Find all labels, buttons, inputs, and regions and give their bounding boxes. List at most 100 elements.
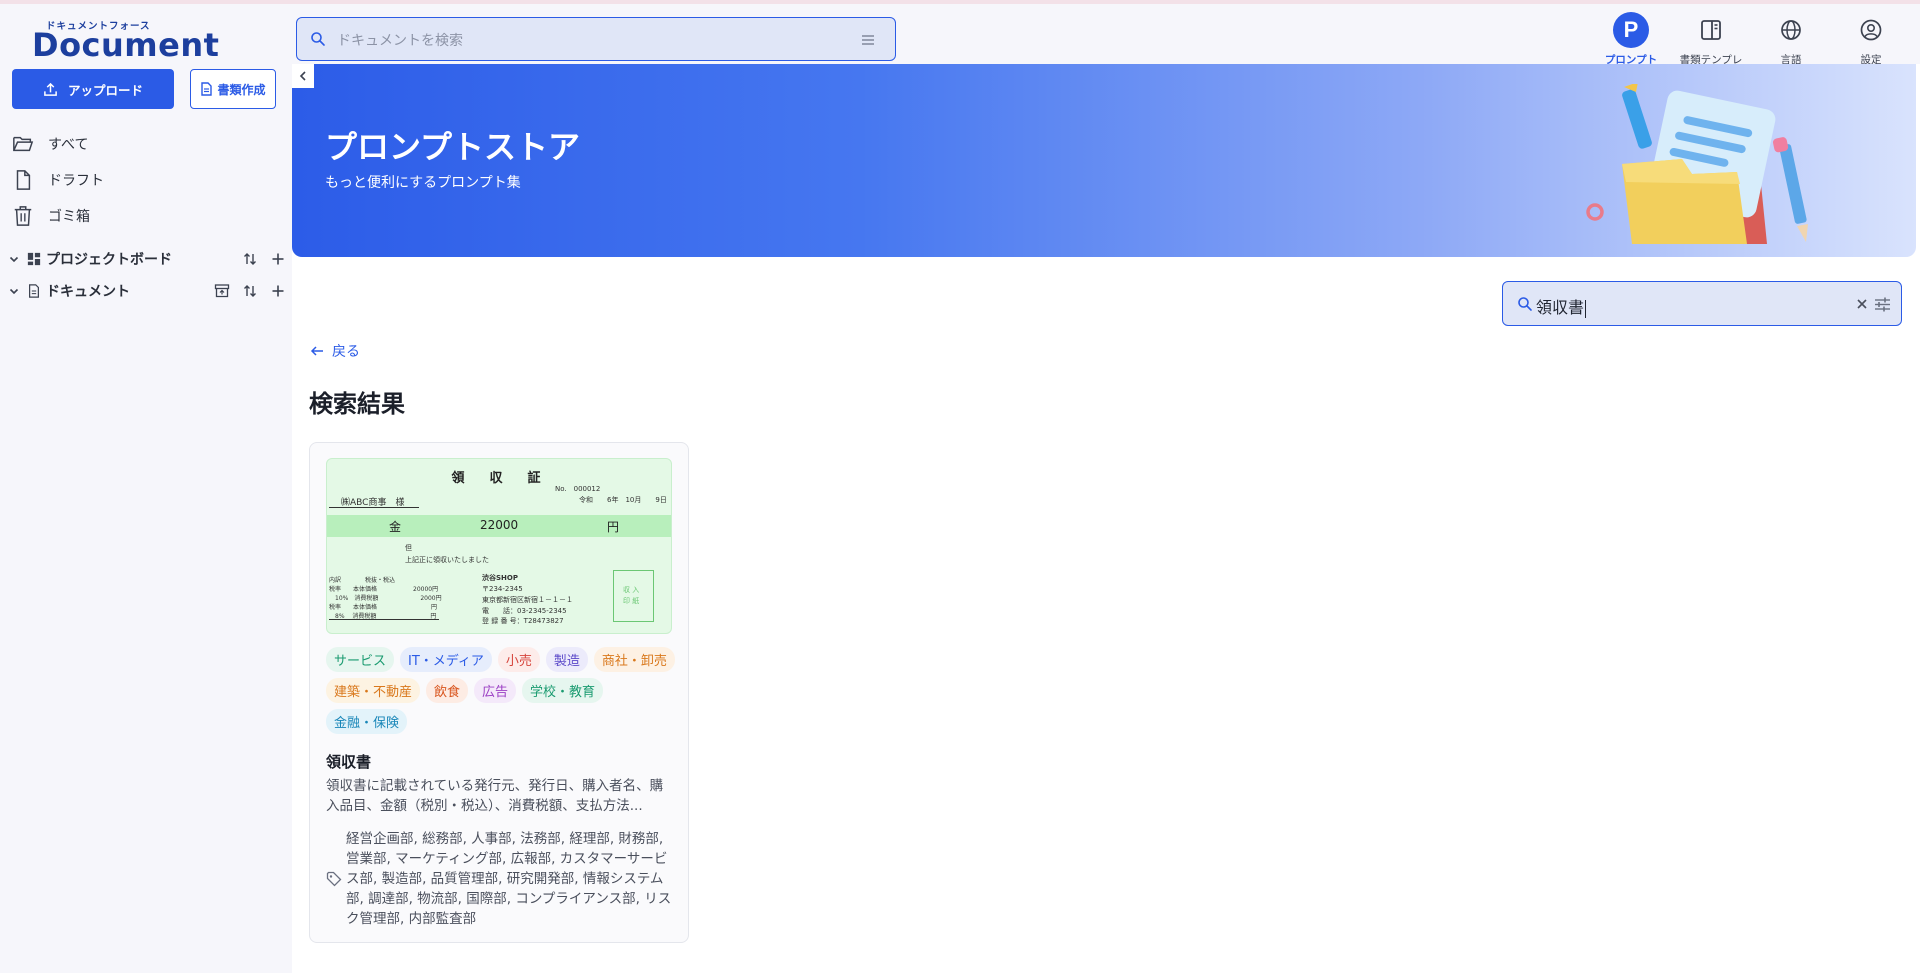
top-search-placeholder[interactable]: ドキュメントを検索 bbox=[337, 30, 463, 50]
chevron-down-icon[interactable] bbox=[8, 285, 20, 297]
prompt-search-value[interactable]: 領収書 bbox=[1536, 298, 1584, 317]
user-circle-icon bbox=[1860, 19, 1882, 41]
tag-construction[interactable]: 建築・不動産 bbox=[326, 678, 421, 703]
globe-icon bbox=[1781, 20, 1801, 40]
prompt-p-icon: P bbox=[1613, 12, 1649, 48]
thumb-breakdown-header: 内訳 税抜・税込 bbox=[329, 577, 396, 584]
tag-it-media[interactable]: IT・メディア bbox=[400, 647, 492, 672]
sidebar: アップロード 書類作成 すべて ドラフト ゴミ箱 プロジェクトボード ドキュメン… bbox=[0, 64, 292, 973]
upload-button[interactable]: アップロード bbox=[12, 69, 174, 109]
sort-icon[interactable] bbox=[242, 251, 258, 267]
text-caret bbox=[1585, 299, 1587, 318]
upload-label: アップロード bbox=[67, 82, 143, 98]
search-icon bbox=[1518, 297, 1532, 311]
thumb-amount: 22000 bbox=[480, 518, 519, 532]
card-description: 領収書に記載されている発行元、発行日、購入者名、購入品目、金額（税別・税込）、消… bbox=[326, 778, 664, 814]
sidebar-item-draft[interactable]: ドラフト bbox=[12, 166, 104, 194]
thumb-table-underline bbox=[329, 619, 439, 620]
chevron-down-icon[interactable] bbox=[8, 253, 20, 265]
dashboard-icon bbox=[27, 252, 41, 266]
prompt-search-input[interactable]: 領収書 bbox=[1502, 281, 1902, 326]
sidebar-item-all[interactable]: すべて bbox=[12, 130, 88, 158]
sidebar-item-trash[interactable]: ゴミ箱 bbox=[12, 202, 90, 230]
thumb-row-1: 税率 本体価格 20000円 bbox=[329, 586, 439, 593]
file-icon bbox=[16, 170, 31, 190]
thumb-title: 領 収 証 bbox=[451, 471, 547, 486]
archive-icon[interactable] bbox=[214, 283, 230, 299]
template-panel-icon bbox=[1701, 20, 1721, 40]
trash-icon bbox=[14, 206, 32, 226]
thumb-tel: 電 話：03-2345-2345 bbox=[482, 607, 567, 615]
results-title: 検索結果 bbox=[309, 390, 405, 418]
thumb-received: 上記正に領収いたしました bbox=[405, 556, 489, 564]
app-logo[interactable]: ドキュメントフォース Document Force bbox=[8, 16, 270, 102]
tag-manufacturing[interactable]: 製造 bbox=[545, 647, 588, 672]
thumb-row-3: 税率 本体価格 円 bbox=[329, 604, 438, 611]
thumb-stamp-text: 収 入 印 紙 bbox=[623, 586, 640, 605]
document-icon bbox=[29, 284, 39, 298]
menu-lines-icon[interactable] bbox=[861, 34, 875, 46]
tag-finance[interactable]: 金融・保険 bbox=[326, 709, 408, 734]
tag-food[interactable]: 飲食 bbox=[426, 678, 469, 703]
folder-illustration-icon bbox=[1586, 84, 1808, 244]
sort-icon[interactable] bbox=[242, 283, 258, 299]
clear-icon[interactable] bbox=[1853, 295, 1871, 313]
thumb-shop: 渋谷SHOP bbox=[482, 574, 518, 582]
industry-tags: サービス IT・メディア 小売 製造 商社・卸売 建築・不動産 飲食 広告 学校… bbox=[326, 647, 676, 734]
upload-icon bbox=[44, 82, 57, 96]
tag-advertising[interactable]: 広告 bbox=[474, 678, 517, 703]
tag-education[interactable]: 学校・教育 bbox=[522, 678, 604, 703]
create-document-button[interactable]: 書類作成 bbox=[190, 69, 276, 109]
tag-service[interactable]: サービス bbox=[326, 647, 395, 672]
top-nav-language[interactable]: 言語 bbox=[1751, 12, 1831, 67]
thumb-tadashi: 但 bbox=[405, 544, 412, 552]
prompt-card-receipt[interactable]: 領 収 証 No. 000012 令和 6年 10月 9日 ㈱ABC商事 様 金… bbox=[309, 442, 689, 943]
section-project-board-label: プロジェクトボード bbox=[46, 252, 172, 268]
thumb-amount-row: 金 22000 円 bbox=[327, 515, 671, 537]
arrow-left-icon bbox=[310, 346, 323, 356]
prompt-store-banner: プロンプトストア もっと便利にするプロンプト集 bbox=[292, 64, 1916, 257]
tag-trading[interactable]: 商社・卸売 bbox=[593, 647, 675, 672]
folder-open-icon bbox=[13, 136, 34, 152]
top-search-bar[interactable]: ドキュメントを検索 bbox=[296, 17, 896, 61]
back-label: 戻る bbox=[332, 344, 360, 360]
department-list: 経営企画部, 総務部, 人事部, 法務部, 経理部, 財務部, 営業部, マーケ… bbox=[326, 829, 678, 929]
filter-sliders-icon[interactable] bbox=[1874, 296, 1891, 313]
revenue-stamp-box: 収 入 印 紙 bbox=[613, 570, 654, 622]
banner-subtitle: もっと便利にするプロンプト集 bbox=[325, 175, 521, 191]
section-documents[interactable]: ドキュメント bbox=[8, 279, 286, 303]
top-bar: ドキュメントフォース Document Force ドキュメントを検索 P プロ… bbox=[0, 0, 1920, 102]
section-project-board[interactable]: プロジェクトボード bbox=[8, 247, 286, 271]
card-title: 領収書 bbox=[326, 753, 372, 771]
document-icon bbox=[201, 82, 213, 96]
top-nav-settings[interactable]: 設定 bbox=[1831, 12, 1911, 67]
banner-title: プロンプトストア bbox=[325, 128, 581, 166]
thumb-address: 東京都新宿区新宿１－１－１ bbox=[482, 596, 573, 604]
top-nav-prompt[interactable]: P プロンプト bbox=[1591, 12, 1671, 67]
tag-icon bbox=[326, 871, 342, 887]
thumb-underline bbox=[329, 507, 419, 508]
add-icon[interactable] bbox=[270, 283, 286, 299]
sidebar-item-all-label: すべて bbox=[48, 137, 89, 153]
thumb-reg: 登 録 番 号：T28473827 bbox=[482, 617, 564, 625]
thumb-amount-prefix: 金 bbox=[389, 520, 402, 534]
collapse-sidebar-button[interactable] bbox=[292, 64, 314, 88]
thumb-amount-suffix: 円 bbox=[607, 520, 620, 534]
top-nav-templates[interactable]: 書類テンプレ bbox=[1671, 12, 1751, 67]
thumb-zip: 〒234-2345 bbox=[482, 585, 523, 593]
sidebar-item-draft-label: ドラフト bbox=[48, 173, 104, 189]
create-document-label: 書類作成 bbox=[217, 82, 266, 97]
thumb-row-2: 10% 消費税額 2000円 bbox=[329, 595, 442, 602]
back-link[interactable]: 戻る bbox=[310, 341, 360, 361]
main-content: プロンプトストア もっと便利にするプロンプト集 領収書 戻る 検索結果 領 収 … bbox=[292, 64, 1920, 973]
add-icon[interactable] bbox=[270, 251, 286, 267]
receipt-thumbnail: 領 収 証 No. 000012 令和 6年 10月 9日 ㈱ABC商事 様 金… bbox=[326, 458, 672, 634]
search-icon bbox=[311, 32, 325, 46]
department-text: 経営企画部, 総務部, 人事部, 法務部, 経理部, 財務部, 営業部, マーケ… bbox=[346, 831, 672, 927]
chevron-left-icon bbox=[299, 71, 306, 81]
tag-retail[interactable]: 小売 bbox=[497, 647, 540, 672]
section-documents-label: ドキュメント bbox=[46, 284, 130, 300]
sidebar-item-trash-label: ゴミ箱 bbox=[48, 209, 90, 225]
thumb-date: 令和 6年 10月 9日 bbox=[579, 496, 667, 504]
thumb-no: No. 000012 bbox=[555, 485, 601, 493]
